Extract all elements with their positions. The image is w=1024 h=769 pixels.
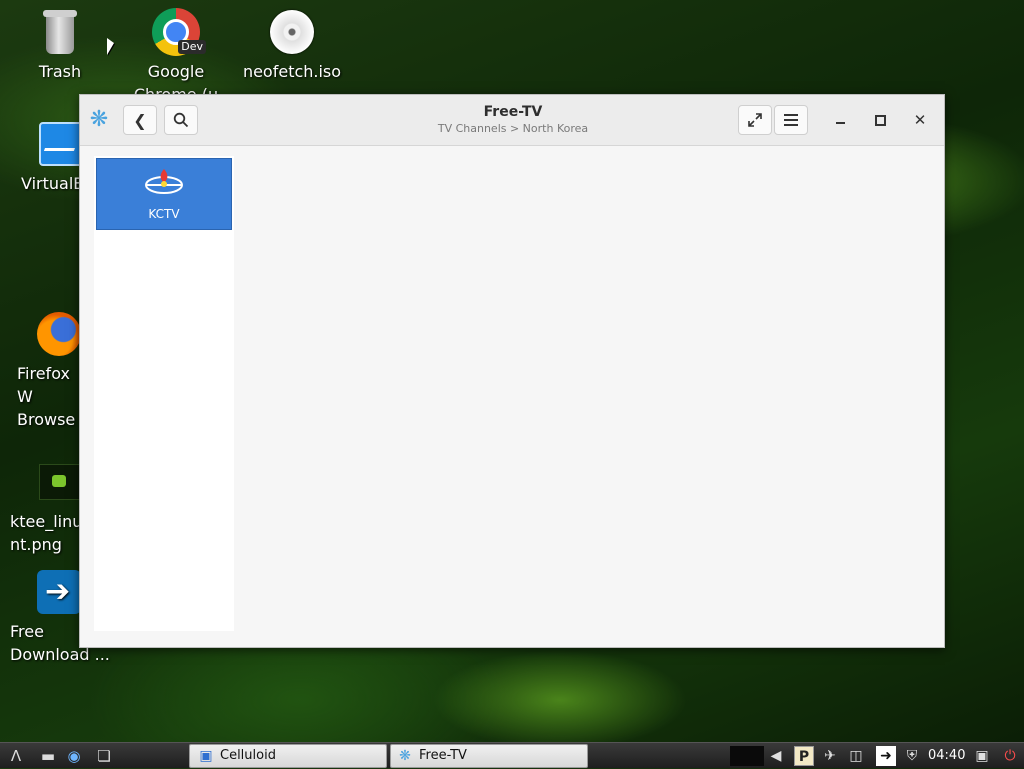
desktop-icon-label: ktee_linu nt.png bbox=[10, 512, 79, 554]
start-menu-icon[interactable]: Λ bbox=[6, 746, 26, 766]
desktop-icon-virtualbox[interactable]: VirtualB bbox=[1, 120, 80, 195]
header-bar: ❋ ❮ Free-TV TV Channels > North Korea ✕ bbox=[80, 95, 944, 146]
desktop-icon-chrome-dev[interactable]: Dev Google Chrome (u bbox=[117, 8, 235, 94]
window-title-area: Free-TV TV Channels > North Korea bbox=[360, 104, 666, 137]
dev-badge: Dev bbox=[178, 40, 206, 54]
display-icon[interactable]: ▣ bbox=[972, 746, 992, 766]
chrome-dev-icon: Dev bbox=[152, 8, 206, 56]
mouse-cursor bbox=[107, 38, 114, 55]
channel-list: KCTV bbox=[94, 156, 234, 631]
maximize-icon bbox=[874, 114, 886, 126]
disc-image-icon bbox=[268, 8, 316, 56]
trash-icon bbox=[36, 8, 84, 56]
maximize-button[interactable] bbox=[868, 109, 892, 131]
taskbar: Λ ▬ ◉ ❏ ▣ Celluloid ❋ Free-TV ◀ P ✈ ◫ ➜ … bbox=[0, 742, 1024, 768]
minimize-button[interactable] bbox=[828, 109, 852, 131]
volume-icon[interactable]: ◀ bbox=[766, 746, 786, 766]
desktop-icon-label: Trash bbox=[38, 62, 82, 81]
clipboard-manager-icon[interactable]: P bbox=[794, 746, 814, 766]
file-manager-icon[interactable]: ❏ bbox=[94, 746, 114, 766]
desktop-icon-label: neofetch.iso bbox=[242, 62, 342, 81]
desktop-icon-neofetch-iso[interactable]: neofetch.iso bbox=[233, 8, 351, 83]
desktop-icon-firefox[interactable]: Firefox W Browse bbox=[1, 310, 79, 431]
celluloid-icon: ▣ bbox=[199, 748, 213, 764]
task-label: Celluloid bbox=[220, 748, 276, 763]
desktop-icon-trash[interactable]: Trash bbox=[1, 8, 119, 83]
close-button[interactable]: ✕ bbox=[908, 109, 932, 131]
desktop-icon-label: Firefox W Browse bbox=[17, 364, 76, 429]
firefox-icon bbox=[35, 310, 79, 358]
kctv-logo-icon bbox=[145, 169, 183, 194]
search-button[interactable] bbox=[164, 105, 198, 135]
back-arrow-icon: ❮ bbox=[133, 110, 147, 130]
free-download-manager-tray-icon[interactable]: ➜ bbox=[876, 746, 896, 766]
virtualbox-icon bbox=[37, 120, 80, 168]
close-icon: ✕ bbox=[913, 111, 927, 129]
cpu-monitor-icon[interactable] bbox=[730, 746, 764, 766]
task-celluloid[interactable]: ▣ Celluloid bbox=[189, 744, 387, 768]
task-freetv[interactable]: ❋ Free-TV bbox=[390, 744, 588, 768]
bag-icon[interactable]: ◫ bbox=[846, 746, 866, 766]
network-icon[interactable]: ✈ bbox=[820, 746, 840, 766]
window-title: Free-TV bbox=[483, 104, 543, 120]
channel-label: KCTV bbox=[148, 207, 180, 221]
desktop-icon-image-file[interactable]: ktee_linu nt.png bbox=[1, 458, 79, 556]
clock[interactable]: 04:40 bbox=[928, 743, 965, 769]
show-desktop-icon[interactable]: ▬ bbox=[38, 746, 58, 766]
back-button[interactable]: ❮ bbox=[123, 105, 157, 135]
freetv-window: ❋ ❮ Free-TV TV Channels > North Korea ✕ … bbox=[79, 94, 945, 648]
menu-button[interactable] bbox=[774, 105, 808, 135]
image-file-icon bbox=[35, 458, 79, 506]
task-label: Free-TV bbox=[419, 748, 467, 763]
fullscreen-icon bbox=[748, 113, 762, 127]
power-icon[interactable]: ⏻ bbox=[1000, 746, 1020, 766]
hamburger-menu-icon bbox=[784, 114, 798, 126]
freetv-app-icon: ❋ bbox=[89, 107, 109, 132]
desktop-icon-label: VirtualB bbox=[21, 174, 80, 193]
minimize-icon bbox=[835, 122, 845, 124]
window-content: KCTV bbox=[84, 146, 940, 643]
channel-item-kctv[interactable]: KCTV bbox=[96, 158, 232, 230]
freetv-app-icon: ❋ bbox=[399, 748, 411, 764]
free-download-manager-icon bbox=[35, 568, 83, 616]
breadcrumb: TV Channels > North Korea bbox=[437, 122, 589, 135]
web-browser-icon[interactable]: ◉ bbox=[64, 746, 84, 766]
desktop-icon-label: Google Chrome (u bbox=[134, 62, 218, 94]
fullscreen-button[interactable] bbox=[738, 105, 772, 135]
search-icon bbox=[173, 112, 189, 128]
shield-icon[interactable]: ⛨ bbox=[902, 746, 922, 766]
